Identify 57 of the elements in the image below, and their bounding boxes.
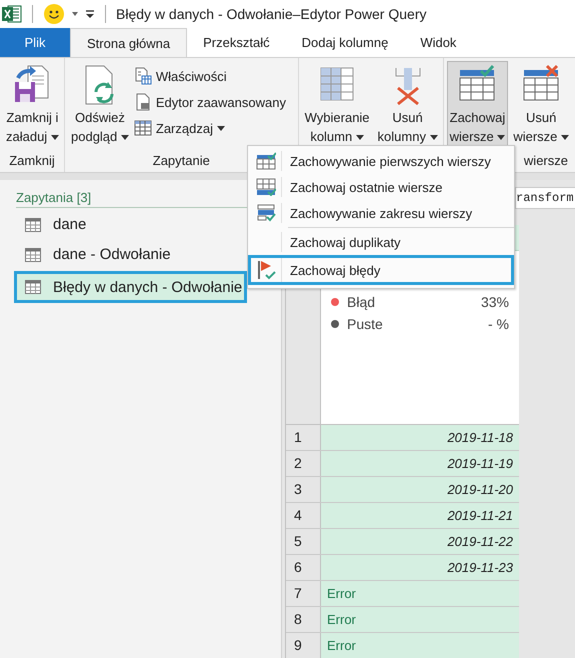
ribbon-tab[interactable]: Plik	[0, 28, 70, 57]
table-icon	[25, 218, 41, 232]
profile-label: Puste	[347, 316, 384, 332]
document-icon	[134, 93, 152, 111]
smiley-icon[interactable]	[43, 3, 65, 25]
profile-label: Błąd	[347, 294, 376, 310]
table-icon	[134, 119, 152, 137]
flag-icon	[256, 260, 276, 280]
query-item[interactable]: dane	[14, 211, 245, 238]
formula-field[interactable]: ransform	[515, 186, 575, 208]
spreadsheet-app-icon[interactable]	[2, 5, 22, 23]
keep-rows-icon	[256, 178, 276, 196]
caret-icon	[216, 126, 225, 130]
menu-item[interactable]: Zachowywanie pierwszych wierszy	[248, 148, 514, 174]
queries-header: Zapytania [3]	[16, 190, 92, 205]
menu-item[interactable]: Zachowaj ostatnie wiersze	[248, 174, 514, 200]
table-icon	[25, 248, 41, 262]
ribbon-button[interactable]: Odśwież podgląd	[68, 61, 132, 149]
ribbon-button[interactable]: Usuń kolumny	[374, 61, 441, 149]
caret-icon	[561, 135, 569, 140]
profile-value: - %	[488, 316, 509, 332]
properties-icon	[134, 67, 152, 85]
ribbon-button[interactable]: Usuń wiersze	[510, 61, 572, 149]
ribbon-button[interactable]: Zamknij i załaduj	[3, 61, 62, 149]
menu-item[interactable]: Zachowaj błędy	[248, 255, 514, 285]
table-icon	[25, 280, 41, 294]
group-label: Zapytanie	[152, 153, 210, 168]
table-cell: 2019-11-22	[321, 529, 519, 554]
table-cell: 2019-11-19	[321, 451, 519, 476]
table-cell: 2019-11-23	[321, 555, 519, 580]
ribbon-small-button[interactable]: Edytor zaawansowany	[134, 90, 286, 114]
table-cell: 2019-11-20	[321, 477, 519, 502]
caret-icon	[497, 135, 506, 140]
table-cell: 2019-11-21	[321, 503, 519, 528]
caret-icon	[120, 135, 129, 140]
query-item[interactable]: Błędy w danych - Odwołanie	[14, 271, 247, 303]
window-title: Błędy w danych - Odwołanie–Edytor Power Query	[116, 6, 426, 22]
table-cell: Error	[321, 607, 519, 632]
profile-value: 33%	[480, 294, 509, 310]
table-cell: 2019-11-18	[321, 425, 519, 450]
group-label: wiersze	[524, 153, 568, 168]
table-cell: Error	[321, 581, 519, 606]
customize-toolbar-icon[interactable]	[85, 9, 95, 19]
caret-icon[interactable]	[71, 11, 79, 17]
keep-rows-icon	[256, 152, 276, 170]
caret-icon	[430, 135, 438, 140]
group-label: Zamknij	[9, 153, 55, 168]
caret-icon	[50, 135, 59, 140]
keep-rows-icon	[256, 204, 276, 222]
caret-icon	[356, 135, 364, 140]
table-cell: Error	[321, 633, 519, 658]
query-item[interactable]: dane - Odwołanie	[14, 241, 245, 268]
ribbon-tab[interactable]: Strona główna	[70, 28, 188, 57]
ribbon-small-button[interactable]: Zarządzaj	[134, 116, 286, 140]
menu-item[interactable]: Zachowaj duplikaty	[248, 229, 514, 255]
menu-item[interactable]: Zachowywanie zakresu wierszy	[248, 200, 514, 226]
ribbon-small-button[interactable]: Właściwości	[134, 64, 286, 88]
